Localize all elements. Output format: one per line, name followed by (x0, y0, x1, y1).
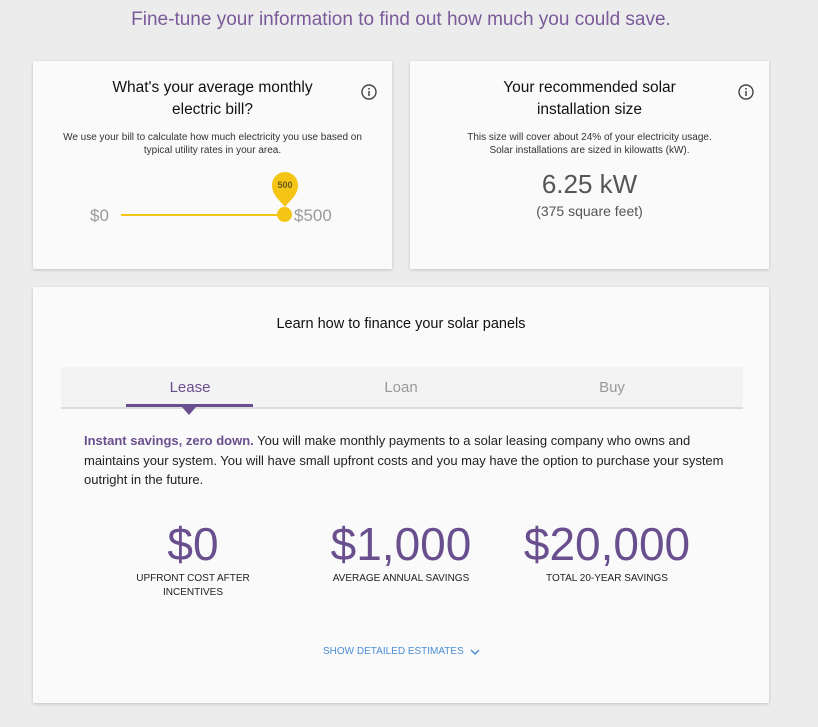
stat-upfront-cost: $0 UPFRONT COST AFTER INCENTIVES (123, 517, 263, 599)
finance-tabs: Lease Loan Buy (61, 367, 743, 409)
bill-card-description: We use your bill to calculate how much e… (63, 132, 362, 156)
bill-card-title: What's your average monthly electric bil… (112, 79, 313, 118)
size-card-title: Your recommended solar installation size (503, 79, 676, 118)
info-icon[interactable] (738, 84, 754, 100)
installation-size-card: Your recommended solar installation size… (410, 61, 769, 269)
size-card-description: This size will cover about 24% of your e… (430, 131, 749, 157)
stat-label: UPFRONT COST AFTER (136, 573, 250, 584)
size-card-description-line1: This size will cover about 24% of your e… (467, 132, 712, 143)
stat-value: $0 (167, 518, 219, 570)
finance-option-description: Instant savings, zero down. You will mak… (84, 431, 724, 490)
show-detailed-estimates-link[interactable]: SHOW DETAILED ESTIMATES (323, 646, 480, 657)
tab-lease[interactable]: Lease (126, 379, 254, 396)
slider-value-label: 500 (277, 180, 293, 190)
chevron-down-icon (470, 648, 480, 655)
info-icon[interactable] (361, 84, 377, 100)
show-detailed-estimates-label: SHOW DETAILED ESTIMATES (323, 646, 464, 657)
size-card-description-line2: Solar installations are sized in kilowat… (489, 145, 690, 156)
installation-size-value: 6.25 kW (541, 169, 638, 199)
stat-value: $20,000 (523, 518, 691, 570)
finance-card: Learn how to finance your solar panels L… (33, 287, 769, 703)
finance-card-title: Learn how to finance your solar panels (276, 316, 526, 332)
tab-buy[interactable]: Buy (548, 379, 676, 396)
stat-total-savings: $20,000 TOTAL 20-YEAR SAVINGS (515, 517, 699, 585)
finance-option-lead: Instant savings, zero down. (84, 433, 254, 448)
bill-slider-track[interactable] (121, 214, 284, 216)
bill-card: What's your average monthly electric bil… (33, 61, 392, 269)
bill-slider-handle[interactable] (277, 207, 292, 222)
stat-label: INCENTIVES (162, 587, 223, 598)
stat-annual-savings: $1,000 AVERAGE ANNUAL SAVINGS (310, 517, 492, 585)
tab-loan[interactable]: Loan (337, 379, 465, 396)
slider-max-label: $500 (294, 206, 332, 225)
installation-area: (375 square feet) (536, 203, 643, 219)
headline: Fine-tune your information to find out h… (131, 9, 671, 30)
stat-label: TOTAL 20-YEAR SAVINGS (546, 573, 668, 584)
stat-label: AVERAGE ANNUAL SAVINGS (332, 573, 470, 584)
active-tab-pointer (182, 407, 196, 415)
slider-min-label: $0 (90, 206, 109, 225)
stat-value: $1,000 (330, 518, 472, 570)
